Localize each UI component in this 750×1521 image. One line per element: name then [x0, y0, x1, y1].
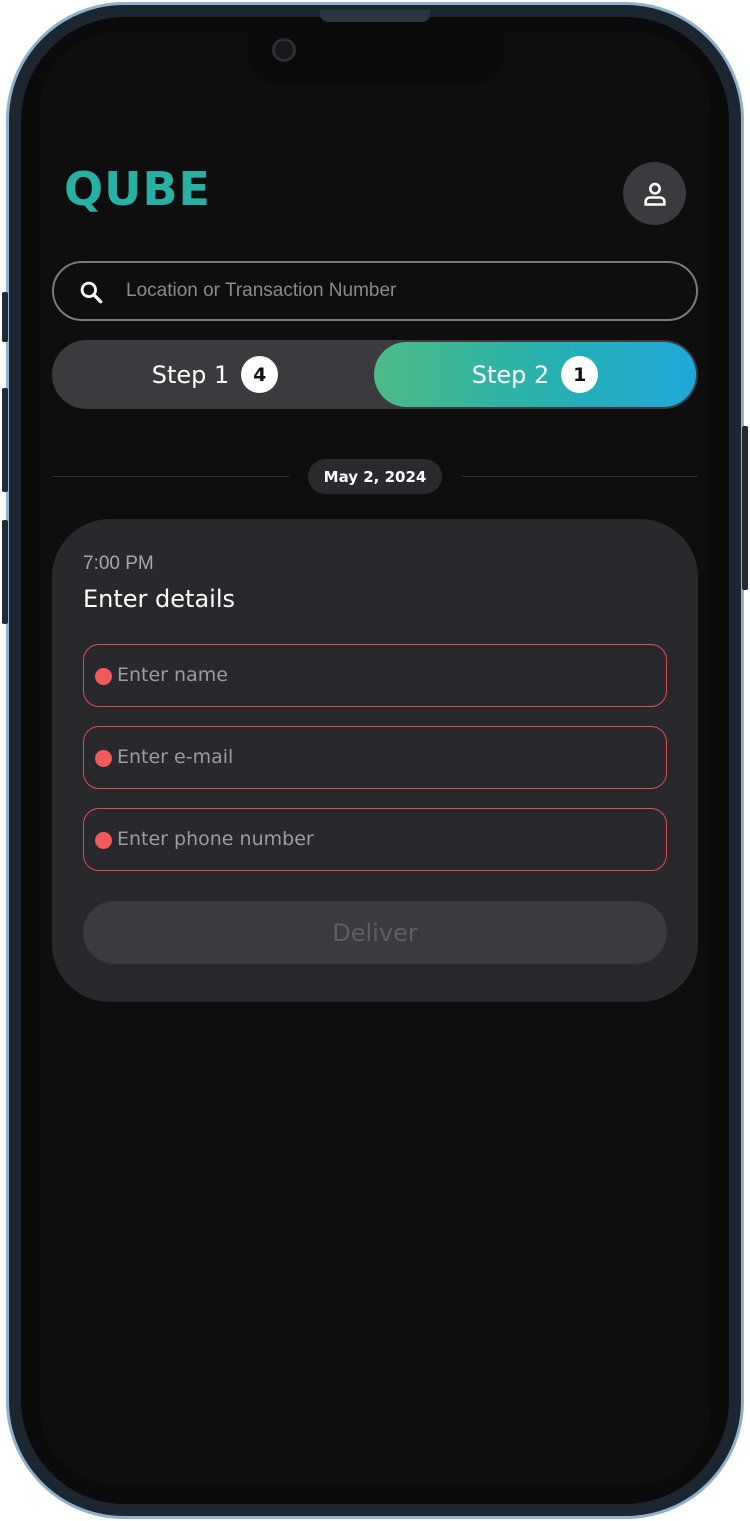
tab-step-1-count-badge: 4: [241, 356, 279, 393]
search-input[interactable]: [126, 271, 666, 311]
search-icon: [80, 281, 103, 304]
card-time: 7:00 PM: [83, 553, 154, 574]
tab-step-1-label: Step 1: [151, 360, 230, 389]
date-divider-left: [52, 476, 289, 477]
side-button-volume-down: [2, 520, 8, 624]
deliver-button[interactable]: Deliver: [83, 901, 667, 964]
app-logo: QUBE: [64, 162, 211, 216]
required-dot-icon: [95, 832, 112, 849]
search-bar[interactable]: [52, 261, 698, 321]
date-divider-right: [461, 476, 698, 477]
phone-input[interactable]: [117, 819, 647, 859]
side-button-power: [742, 426, 748, 590]
tab-step-2-count-badge: 1: [561, 356, 599, 393]
camera-icon: [272, 38, 296, 62]
required-dot-icon: [95, 668, 112, 685]
speaker-grille: [320, 10, 430, 22]
email-field[interactable]: [83, 726, 667, 789]
tab-step-2-label: Step 2: [471, 360, 550, 389]
person-icon: [643, 182, 666, 206]
tab-step-1[interactable]: Step 1 4: [54, 342, 376, 407]
date-separator: May 2, 2024: [308, 459, 442, 494]
side-button-volume-up: [2, 388, 8, 492]
email-input[interactable]: [117, 737, 647, 777]
name-field[interactable]: [83, 644, 667, 707]
name-input[interactable]: [117, 655, 647, 695]
side-button-silent: [2, 292, 8, 342]
profile-button[interactable]: [623, 162, 686, 225]
step-tabs: Step 1 4 Step 2 1: [52, 340, 698, 409]
tab-step-2[interactable]: Step 2 1: [374, 342, 696, 407]
card-title: Enter details: [83, 585, 236, 613]
phone-field[interactable]: [83, 808, 667, 871]
details-card: 7:00 PM Enter details Deliver: [52, 519, 698, 1002]
required-dot-icon: [95, 750, 112, 767]
